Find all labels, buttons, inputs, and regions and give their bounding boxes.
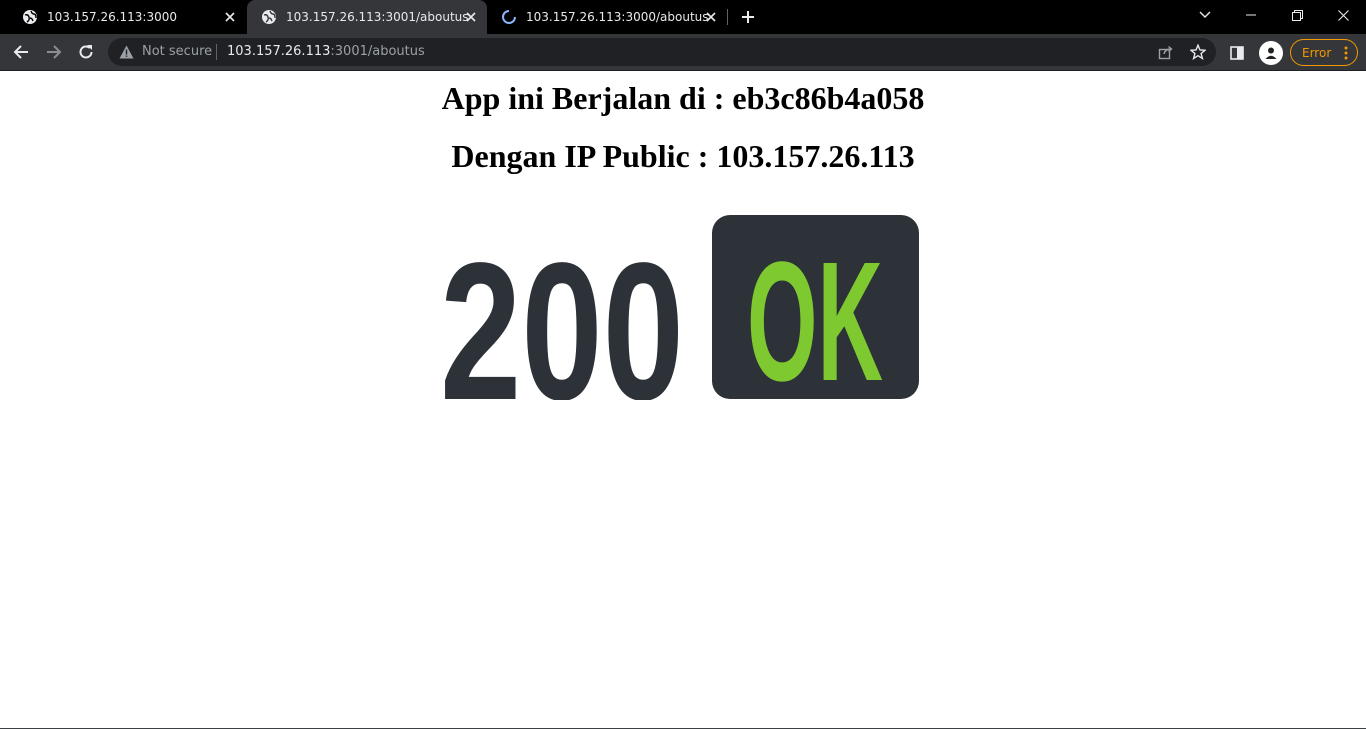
restore-icon	[1291, 9, 1303, 21]
error-menu-button[interactable]: Error	[1290, 39, 1358, 66]
minimize-icon	[1246, 14, 1256, 16]
tab-title: 103.157.26.113:3001/aboutus	[286, 10, 469, 24]
loading-spinner-icon	[501, 9, 517, 25]
reload-button[interactable]	[72, 38, 100, 66]
bookmark-star-icon[interactable]	[1188, 42, 1208, 62]
browser-toolbar: Not secure 103.157.26.113:3001/aboutus E…	[0, 34, 1366, 71]
url-text[interactable]: 103.157.26.113:3001/aboutus	[227, 44, 425, 60]
globe-icon	[261, 9, 277, 25]
error-label: Error	[1302, 45, 1332, 60]
url-path: :3001/aboutus	[330, 44, 425, 59]
close-icon[interactable]	[703, 9, 719, 25]
tab-1[interactable]: 103.157.26.113:3000	[8, 0, 246, 34]
plus-icon	[742, 11, 754, 23]
close-icon[interactable]	[463, 9, 479, 25]
arrow-left-icon	[13, 45, 28, 59]
restore-button[interactable]	[1274, 0, 1320, 30]
minimize-button[interactable]	[1228, 0, 1274, 30]
profile-avatar-button[interactable]	[1259, 41, 1283, 65]
tab-strip: 103.157.26.113:3000 103.157.26.113:3001/…	[0, 0, 1366, 34]
side-panel-button[interactable]	[1226, 42, 1248, 64]
url-host: 103.157.26.113	[227, 44, 331, 59]
tab-3[interactable]: 103.157.26.113:3000/aboutus	[487, 0, 727, 34]
omnibox-divider	[216, 44, 217, 60]
page-content: App ini Berjalan di : eb3c86b4a058 Denga…	[0, 71, 1366, 729]
arrow-right-icon	[47, 45, 62, 59]
status-code-text: 200	[440, 222, 684, 400]
close-window-button[interactable]	[1320, 0, 1366, 30]
side-panel-icon	[1230, 46, 1244, 60]
tab-separator	[727, 9, 728, 25]
chevron-down-icon	[1199, 11, 1211, 18]
heading-ip: Dengan IP Public : 103.157.26.113	[451, 138, 915, 174]
status-text: OK	[747, 227, 883, 400]
globe-icon	[22, 9, 38, 25]
warning-icon[interactable]	[118, 44, 134, 60]
new-tab-button[interactable]	[736, 5, 760, 29]
status-200-ok-image: 200 OK	[440, 215, 919, 400]
forward-button[interactable]	[40, 38, 68, 66]
person-icon	[1265, 47, 1277, 59]
share-icon[interactable]	[1156, 42, 1176, 62]
close-icon	[1337, 9, 1349, 21]
address-bar[interactable]: Not secure 103.157.26.113:3001/aboutus	[108, 38, 1216, 66]
close-icon[interactable]	[222, 9, 238, 25]
heading-host: App ini Berjalan di : eb3c86b4a058	[441, 80, 925, 116]
tab-title: 103.157.26.113:3000	[47, 10, 178, 24]
more-vert-icon	[1343, 45, 1349, 61]
reload-icon	[79, 45, 93, 59]
back-button[interactable]	[7, 38, 35, 66]
security-status-label[interactable]: Not secure	[142, 44, 212, 60]
tab-search-button[interactable]	[1182, 0, 1228, 30]
tab-2[interactable]: 103.157.26.113:3001/aboutus	[247, 0, 487, 34]
tab-title: 103.157.26.113:3000/aboutus	[526, 10, 709, 24]
